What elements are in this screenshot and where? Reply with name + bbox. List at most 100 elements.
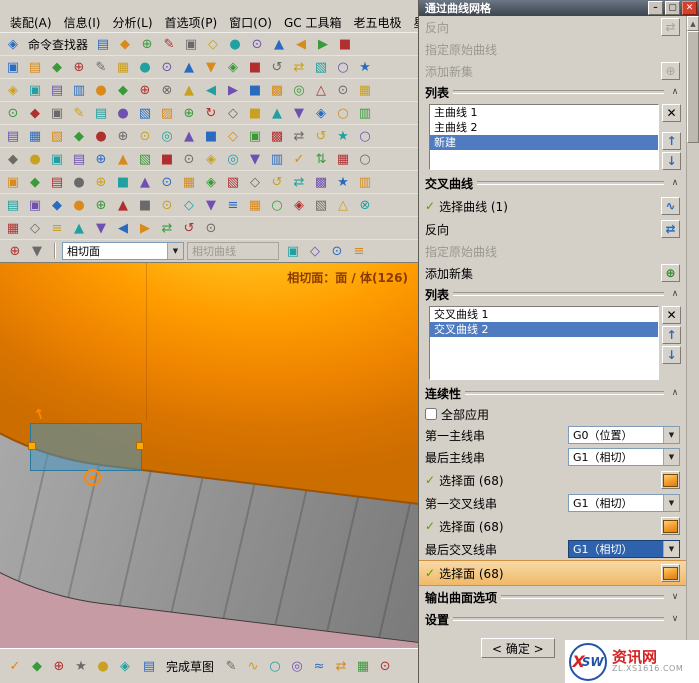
toolbar-icon[interactable]: ▣: [24, 80, 46, 100]
command-finder-label[interactable]: 命令查找器: [24, 36, 92, 53]
toolbar-icon[interactable]: ⊙: [156, 57, 178, 77]
toolbar-icon[interactable]: ★: [332, 172, 354, 192]
finish-sketch-icon[interactable]: ▤: [138, 656, 160, 676]
toolbar-icon[interactable]: ▲: [112, 149, 134, 169]
toolbar-icon[interactable]: ⊕: [48, 656, 70, 676]
toolbar-icon[interactable]: ≡: [348, 241, 370, 261]
toolbar-icon[interactable]: ●: [24, 149, 46, 169]
apply-all-checkbox[interactable]: [425, 408, 437, 420]
toolbar-icon[interactable]: ▧: [222, 172, 244, 192]
last-primary-continuity-dropdown[interactable]: G1（相切） ▼: [568, 448, 680, 466]
toolbar-icon[interactable]: ▲: [134, 172, 156, 192]
toolbar-icon[interactable]: ■: [156, 149, 178, 169]
toolbar-icon[interactable]: △: [332, 195, 354, 215]
toolbar-icon[interactable]: ✎: [220, 656, 242, 676]
scrollbar-track[interactable]: [687, 143, 699, 668]
toolbar-icon[interactable]: ◆: [114, 34, 136, 54]
primary-curve-list[interactable]: 主曲线 1主曲线 2新建: [429, 104, 659, 170]
toolbar-icon[interactable]: ◈: [288, 195, 310, 215]
toolbar-icon[interactable]: ⊕: [90, 195, 112, 215]
toolbar-icon[interactable]: ▣: [2, 57, 24, 77]
list-item[interactable]: 主曲线 2: [430, 120, 658, 135]
toolbar-icon[interactable]: ◆: [68, 126, 90, 146]
ok-button[interactable]: < 确定 >: [481, 638, 555, 658]
add-new-set-icon[interactable]: ⊕: [661, 264, 680, 282]
toolbar-icon[interactable]: ◎: [222, 149, 244, 169]
toolbar-icon[interactable]: ⊙: [246, 34, 268, 54]
toolbar-icon[interactable]: ⇄: [330, 656, 352, 676]
toolbar-icon[interactable]: ▣: [2, 172, 24, 192]
toolbar-icon[interactable]: ↺: [310, 126, 332, 146]
close-button[interactable]: ✕: [682, 1, 697, 15]
toolbar-icon[interactable]: ◇: [24, 218, 46, 238]
toolbar-icon[interactable]: ▲: [268, 34, 290, 54]
select-curve-icon[interactable]: ∿: [661, 197, 680, 215]
toolbar-icon[interactable]: ▲: [266, 103, 288, 123]
toolbar-icon[interactable]: ▤: [24, 57, 46, 77]
toolbar-icon[interactable]: ⊕: [90, 172, 112, 192]
toolbar-icon[interactable]: ▤: [92, 34, 114, 54]
toolbar-icon[interactable]: ⊙: [374, 656, 396, 676]
toolbar-icon[interactable]: ▲: [68, 218, 90, 238]
toolbar-icon[interactable]: △: [310, 80, 332, 100]
toolbar-icon[interactable]: ▦: [354, 80, 376, 100]
toolbar-icon[interactable]: ○: [354, 126, 376, 146]
move-up-button[interactable]: ↑: [662, 132, 681, 150]
toolbar-icon[interactable]: ▦: [332, 149, 354, 169]
toolbar-icon[interactable]: ■: [244, 80, 266, 100]
toolbar-icon[interactable]: ▲: [178, 126, 200, 146]
collapse-chevron-icon[interactable]: ∧: [668, 388, 682, 398]
toolbar-icon[interactable]: ★: [354, 57, 376, 77]
toolbar-icon[interactable]: ⊙: [332, 80, 354, 100]
remove-item-button[interactable]: ✕: [662, 104, 681, 122]
dialog-scrollbar[interactable]: ▲ ▼: [686, 16, 699, 683]
collapse-chevron-icon[interactable]: ∧: [668, 87, 682, 97]
toolbar-icon[interactable]: ◈: [114, 656, 136, 676]
toolbar-icon[interactable]: ▧: [46, 126, 68, 146]
command-finder-icon[interactable]: ◈: [2, 34, 24, 54]
toolbar-icon[interactable]: ⊕: [134, 80, 156, 100]
toolbar-icon[interactable]: ⊙: [178, 149, 200, 169]
toolbar-icon[interactable]: ◇: [222, 126, 244, 146]
toolbar-icon[interactable]: ▣: [244, 126, 266, 146]
toolbar-icon[interactable]: ⊙: [200, 218, 222, 238]
toolbar-icon[interactable]: ▣: [46, 103, 68, 123]
list-item[interactable]: 主曲线 1: [430, 105, 658, 120]
toolbar-icon[interactable]: ▩: [266, 126, 288, 146]
toolbar-icon[interactable]: ▼: [288, 103, 310, 123]
toolbar-icon[interactable]: ⊕: [136, 34, 158, 54]
toolbar-icon[interactable]: ▤: [90, 103, 112, 123]
toolbar-icon[interactable]: ◆: [24, 172, 46, 192]
toolbar-icon[interactable]: ◀: [200, 80, 222, 100]
toolbar-icon[interactable]: ◆: [46, 57, 68, 77]
list-item[interactable]: 交叉曲线 1: [430, 307, 658, 322]
chevron-down-icon[interactable]: ▼: [663, 541, 679, 557]
toolbar-icon[interactable]: ★: [332, 126, 354, 146]
toolbar-icon[interactable]: ◇: [202, 34, 224, 54]
toolbar-icon[interactable]: ▤: [46, 80, 68, 100]
toolbar-icon[interactable]: ◈: [200, 172, 222, 192]
viewport[interactable]: ↑ 相切面：面 / 体(126): [0, 263, 418, 648]
toolbar-icon[interactable]: ▥: [266, 149, 288, 169]
toolbar-icon[interactable]: ⊕: [90, 149, 112, 169]
toolbar-icon[interactable]: ■: [334, 34, 356, 54]
toolbar-icon[interactable]: ▲: [178, 57, 200, 77]
toolbar-icon[interactable]: ≡: [46, 218, 68, 238]
toolbar-icon[interactable]: ⊕: [112, 126, 134, 146]
toolbar-icon[interactable]: ⇄: [288, 126, 310, 146]
menu-item[interactable]: GC 工具箱: [278, 14, 348, 31]
toolbar-icon[interactable]: ▣: [24, 195, 46, 215]
toolbar-icon[interactable]: ○: [354, 149, 376, 169]
list-item[interactable]: 交叉曲线 2: [430, 322, 658, 337]
toolbar-icon[interactable]: ◆: [46, 195, 68, 215]
list-item[interactable]: 新建: [430, 135, 658, 150]
toolbar-icon[interactable]: ▲: [178, 80, 200, 100]
toolbar-icon[interactable]: ✓: [288, 149, 310, 169]
toolbar-icon[interactable]: ■: [112, 172, 134, 192]
toolbar-icon[interactable]: ▥: [354, 103, 376, 123]
toolbar-icon[interactable]: ▼: [26, 241, 48, 261]
toolbar-icon[interactable]: ○: [332, 103, 354, 123]
reverse-direction-icon[interactable]: ⇄: [661, 220, 680, 238]
toolbar-icon[interactable]: ◎: [156, 126, 178, 146]
menu-item[interactable]: 分析(L): [106, 14, 158, 31]
